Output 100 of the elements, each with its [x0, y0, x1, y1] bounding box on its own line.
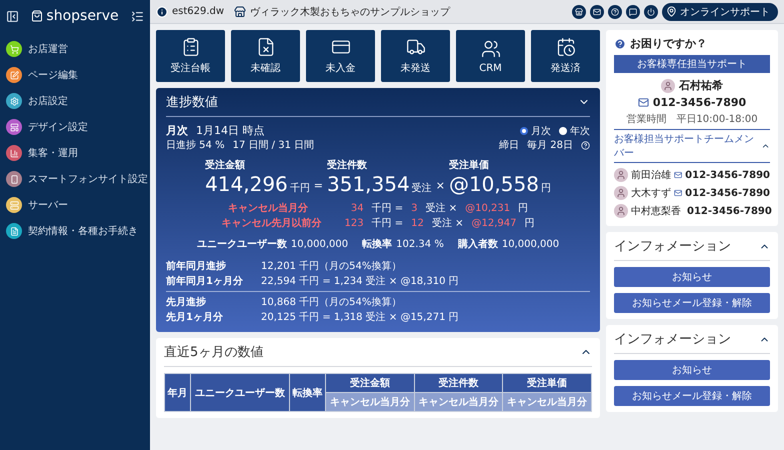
power-icon[interactable]	[644, 4, 658, 18]
radio-label: 年次	[570, 124, 590, 138]
operator-sign: ×	[436, 179, 445, 194]
metric-unit: 千円	[290, 182, 310, 195]
date-label: 1月14日 時点	[196, 123, 264, 138]
avatar-icon	[614, 204, 628, 218]
member-name: 中村恵梨香	[631, 204, 681, 218]
tile-button[interactable]: 未発送	[381, 30, 450, 82]
support-banner: お客様専任担当サポート	[614, 55, 770, 73]
info-button[interactable]: お知らせ	[614, 360, 770, 380]
tile-button[interactable]: 未確認	[231, 30, 300, 82]
rep-name: 石村祐希	[679, 78, 723, 93]
table-header: 受注件数	[414, 374, 503, 392]
sidebar-item[interactable]: ページ編集	[4, 64, 146, 86]
cancel-count: 3	[411, 202, 418, 214]
sidebar-item[interactable]: お店運営	[4, 38, 146, 60]
unit-label: 受注 ×	[432, 216, 464, 230]
chat-icon[interactable]	[626, 4, 640, 18]
avatar-icon	[661, 78, 675, 92]
unit-label: 千円 =	[372, 202, 404, 215]
stat-label: 転換率	[362, 237, 392, 251]
info-button[interactable]: お知らせ	[614, 267, 770, 287]
info-icon	[156, 6, 168, 18]
card-title: 直近5ヶ月の数値	[164, 344, 264, 361]
unit-label: 円	[518, 202, 528, 215]
help-icon	[614, 38, 626, 50]
menu-icon[interactable]	[131, 10, 144, 22]
metric-unit: 受注	[412, 182, 432, 195]
store-icon[interactable]	[572, 4, 586, 18]
help-icon[interactable]	[581, 140, 590, 150]
member-phone: 012-3456-7890	[685, 188, 770, 198]
member-phone: 012-3456-7890	[685, 170, 770, 180]
sidebar-item[interactable]: 集客・運用	[4, 142, 146, 164]
cancel-count: 12	[411, 218, 424, 228]
sidebar-item[interactable]: 契約情報・各種お手続き	[4, 220, 146, 242]
metric-value: 351,354	[327, 172, 410, 196]
pin-icon	[666, 6, 677, 17]
table-header: ユニークユーザー数	[190, 374, 290, 412]
tile-button[interactable]: 未入金	[306, 30, 375, 82]
metric-unit: 円	[540, 182, 551, 195]
sidebar-item[interactable]: デザイン設定	[4, 116, 146, 138]
account-name: est629.dw	[156, 6, 224, 18]
mail-icon[interactable]	[590, 4, 604, 18]
cancel-label: キャンセル先月以前分	[222, 216, 323, 230]
table-header: 転換率	[289, 374, 326, 412]
mail-icon[interactable]	[674, 170, 682, 180]
stat-label: ユニークユーザー数	[196, 238, 287, 251]
member-phone: 012-3456-7890	[687, 206, 772, 216]
tile-button[interactable]: CRM	[456, 30, 525, 82]
mail-icon[interactable]	[638, 97, 649, 108]
radio-button[interactable]	[520, 126, 528, 134]
stat-value: 10,000,000	[290, 238, 348, 250]
logo: shopserve	[31, 8, 119, 24]
tile-button[interactable]: 受注台帳	[156, 30, 225, 82]
unit-label: 受注 ×	[426, 202, 458, 215]
help-title: お困りですか？	[630, 36, 707, 51]
shop-name: ヴィラック木製おもちゃのサンプルショップ	[234, 4, 450, 18]
card-title: インフォメーション	[614, 331, 731, 348]
sidebar-item[interactable]: スマートフォンサイト設定	[4, 168, 146, 190]
calendar-icon	[556, 37, 576, 57]
radio-label: 月次	[531, 124, 551, 138]
card-title: インフォメーション	[614, 238, 731, 255]
sidebar-item[interactable]: サーバー	[4, 194, 146, 216]
stat-value: 10,000,000	[502, 238, 560, 250]
store-icon	[234, 6, 246, 18]
menu-icon[interactable]	[6, 10, 19, 22]
metric-value: 414,296	[205, 172, 288, 196]
team-label: お客様担当サポートチームメンバー	[614, 132, 755, 160]
metric-value: @10,558	[448, 172, 539, 196]
help-icon[interactable]	[608, 4, 622, 18]
comparison-label: 前年同月進捗	[166, 260, 227, 273]
table-header: キャンセル当月分	[502, 392, 592, 412]
info-button[interactable]: お知らせメール登録・解除	[614, 293, 770, 313]
people-icon	[480, 38, 500, 58]
comparison-label: 先月1ヶ月分	[166, 310, 224, 324]
table-header: キャンセル当月分	[326, 392, 414, 412]
comparison-label: 前年同月1ヶ月分	[166, 274, 244, 288]
cancel-amount: 34	[350, 202, 364, 214]
cancel-price: @12,947	[471, 218, 516, 228]
comparison-label: 先月進捗	[166, 296, 207, 309]
cancel-label: キャンセル当月分	[228, 202, 309, 215]
period-label: 月次	[166, 123, 188, 138]
table-header: 年月	[164, 374, 191, 412]
operator-sign: =	[314, 179, 323, 194]
avatar-icon	[614, 186, 628, 200]
mail-icon[interactable]	[674, 188, 682, 198]
stat-value: 102.34 %	[396, 238, 444, 250]
tile-button[interactable]: 発送済	[531, 30, 600, 82]
comparison-value: 20,125 千円 = 1,318 受注 × @15,271 円	[261, 310, 460, 324]
business-hours: 営業時間 平日10:00-18:00	[626, 112, 758, 126]
support-button[interactable]: オンラインサポート	[662, 2, 778, 20]
closing-label: 締日	[499, 138, 520, 152]
cancel-price: @10,231	[465, 202, 510, 214]
comparison-value: 10,868 千円（月の54%換算）	[261, 296, 402, 309]
sidebar-item[interactable]: お店設定	[4, 90, 146, 112]
rep-phone: 012-3456-7890	[652, 96, 746, 109]
comparison-value: 22,594 千円 = 1,234 受注 × @18,310 円	[261, 274, 460, 288]
table-header: 受注単価	[502, 374, 592, 392]
stat-label: 購入者数	[458, 238, 498, 251]
info-button[interactable]: お知らせメール登録・解除	[614, 386, 770, 406]
